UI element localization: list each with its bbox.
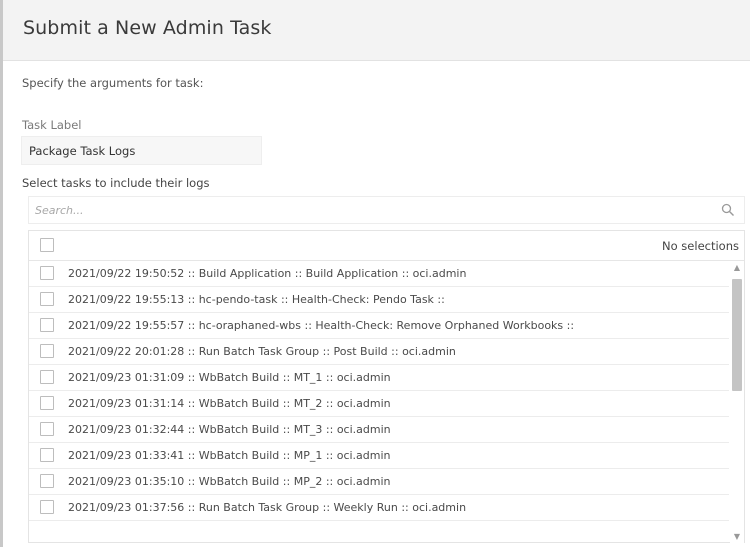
select-tasks-help: Select tasks to include their logs xyxy=(22,176,210,190)
scrollbar-thumb[interactable] xyxy=(732,279,742,391)
task-search-box xyxy=(28,196,745,224)
task-row-checkbox[interactable] xyxy=(40,474,54,488)
task-row[interactable]: 2021/09/22 19:55:57 :: hc-oraphaned-wbs … xyxy=(29,313,729,339)
task-label-caption: Task Label xyxy=(22,118,82,132)
task-row[interactable]: 2021/09/23 01:32:44 :: WbBatch Build :: … xyxy=(29,417,729,443)
dialog-header: Submit a New Admin Task xyxy=(3,0,750,61)
task-row-checkbox[interactable] xyxy=(40,266,54,280)
task-row[interactable]: 2021/09/23 01:37:56 :: Run Batch Task Gr… xyxy=(29,495,729,521)
task-row-label: 2021/09/23 01:32:44 :: WbBatch Build :: … xyxy=(68,423,391,436)
task-list-scrollbar[interactable]: ▲ ▼ xyxy=(730,261,744,543)
task-row[interactable]: 2021/09/23 01:31:14 :: WbBatch Build :: … xyxy=(29,391,729,417)
task-row-label: 2021/09/22 19:55:13 :: hc-pendo-task :: … xyxy=(68,293,445,306)
dialog-instructions: Specify the arguments for task: xyxy=(22,76,204,90)
task-list: No selections 2021/09/22 19:50:52 :: Bui… xyxy=(28,230,745,543)
chevron-up-icon[interactable]: ▲ xyxy=(733,264,741,272)
task-row-checkbox[interactable] xyxy=(40,422,54,436)
task-row[interactable]: 2021/09/23 01:31:09 :: WbBatch Build :: … xyxy=(29,365,729,391)
task-row-label: 2021/09/23 01:35:10 :: WbBatch Build :: … xyxy=(68,475,391,488)
task-row-label: 2021/09/22 19:55:57 :: hc-oraphaned-wbs … xyxy=(68,319,575,332)
task-row-label: 2021/09/22 20:01:28 :: Run Batch Task Gr… xyxy=(68,345,456,358)
task-row-label: 2021/09/23 01:37:56 :: Run Batch Task Gr… xyxy=(68,501,467,514)
task-row[interactable]: 2021/09/23 01:35:10 :: WbBatch Build :: … xyxy=(29,469,729,495)
task-row-label: 2021/09/23 01:33:41 :: WbBatch Build :: … xyxy=(68,449,391,462)
task-row-checkbox[interactable] xyxy=(40,396,54,410)
task-row-checkbox[interactable] xyxy=(40,448,54,462)
task-row-checkbox[interactable] xyxy=(40,344,54,358)
chevron-down-icon[interactable]: ▼ xyxy=(733,533,741,541)
task-row-checkbox[interactable] xyxy=(40,370,54,384)
dialog-title: Submit a New Admin Task xyxy=(23,17,272,39)
task-row[interactable]: 2021/09/22 20:01:28 :: Run Batch Task Gr… xyxy=(29,339,729,365)
task-list-header: No selections xyxy=(29,231,744,261)
selection-status: No selections xyxy=(662,239,739,253)
task-row-checkbox[interactable] xyxy=(40,500,54,514)
task-label-input[interactable] xyxy=(21,136,262,165)
task-list-rows: 2021/09/22 19:50:52 :: Build Application… xyxy=(29,261,729,543)
search-icon[interactable] xyxy=(721,203,735,217)
task-row-label: 2021/09/22 19:50:52 :: Build Application… xyxy=(68,267,467,280)
task-row-label: 2021/09/23 01:31:14 :: WbBatch Build :: … xyxy=(68,397,391,410)
task-search-input[interactable] xyxy=(29,197,744,223)
window-edge xyxy=(0,0,3,547)
task-row[interactable]: 2021/09/22 19:55:13 :: hc-pendo-task :: … xyxy=(29,287,729,313)
task-row-label: 2021/09/23 01:31:09 :: WbBatch Build :: … xyxy=(68,371,391,384)
task-row-checkbox[interactable] xyxy=(40,318,54,332)
task-row[interactable]: 2021/09/22 19:50:52 :: Build Application… xyxy=(29,261,729,287)
task-row-checkbox[interactable] xyxy=(40,292,54,306)
select-all-checkbox[interactable] xyxy=(40,238,54,252)
task-row[interactable]: 2021/09/23 01:33:41 :: WbBatch Build :: … xyxy=(29,443,729,469)
